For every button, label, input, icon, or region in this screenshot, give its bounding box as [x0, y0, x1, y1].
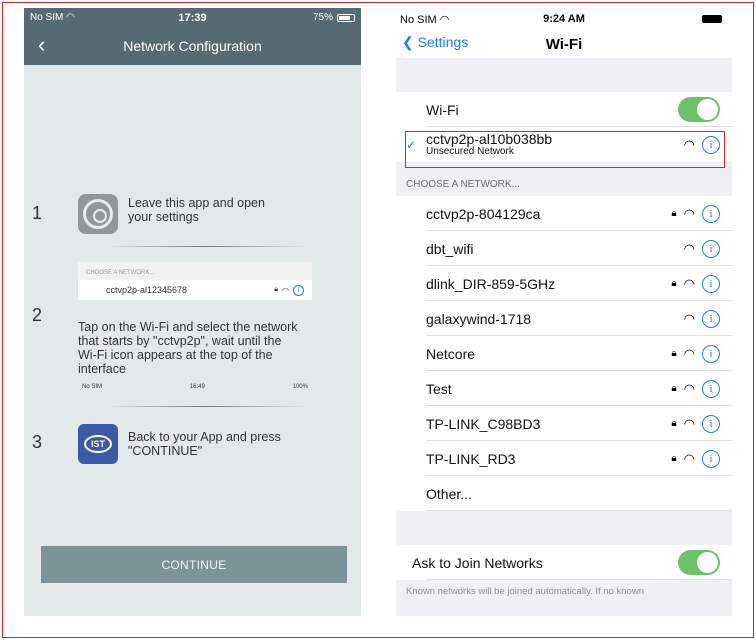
info-icon: i — [293, 284, 304, 296]
wifi-icon: ◠ — [282, 285, 289, 295]
info-icon[interactable]: i — [702, 414, 720, 433]
info-icon[interactable]: i — [702, 449, 720, 468]
continue-button[interactable]: CONTINUE — [41, 546, 347, 583]
settings-gear-icon — [78, 194, 118, 234]
back-button[interactable]: ❮ Settings — [402, 34, 468, 51]
network-list: cctvp2p-804129ca 🔒︎ ◠ i dbt_wifi ◠ i dlink_DIR-… — [396, 196, 732, 476]
lock-icon: 🔒︎ — [671, 453, 677, 464]
wifi-icon: ◠ — [683, 416, 695, 431]
status-time: 9:24 AM — [543, 13, 585, 25]
network-config-screen: No SIM ◠ 17:39 75% ‹ Network Configurati… — [24, 8, 361, 616]
divider — [106, 406, 306, 407]
network-row[interactable]: TP-LINK_RD3 🔒︎ ◠ i — [396, 441, 732, 476]
lock-icon: 🔒︎ — [671, 278, 677, 289]
page-title: Network Configuration — [123, 38, 262, 54]
network-row[interactable]: dlink_DIR-859-5GHz 🔒︎ ◠ i — [396, 266, 732, 301]
footer-note: Known networks will be joined automatica… — [396, 580, 732, 616]
nav-bar: ❮ Settings Wi-Fi — [396, 30, 732, 58]
step-1-text: Leave this app and open your settings — [128, 196, 265, 224]
network-name: Netcore — [426, 345, 476, 362]
network-list-illustration: CHOOSE A NETWORK... cctvp2p-al12345678 🔒… — [78, 262, 312, 300]
step-number-3: 3 — [32, 432, 43, 452]
step-number-1: 1 — [32, 203, 43, 223]
wifi-settings-screen: No SIM ◠ 9:24 AM ❮ Settings Wi-Fi Wi-Fi … — [396, 8, 732, 616]
network-name: TP-LINK_RD3 — [426, 450, 516, 467]
lock-icon: 🔒︎ — [671, 208, 677, 219]
battery-icon — [337, 13, 355, 22]
info-icon[interactable]: i — [702, 379, 720, 398]
wifi-toggle-row: Wi-Fi — [396, 92, 732, 127]
mini-network-row: cctvp2p-al12345678 🔒︎ ◠ i — [78, 280, 312, 300]
mini-status-bar: No SIM 16:49 100% — [78, 382, 312, 391]
info-icon[interactable]: i — [702, 204, 720, 223]
wifi-toggle[interactable] — [678, 97, 720, 122]
network-name: Test — [426, 380, 452, 397]
network-row[interactable]: Netcore 🔒︎ ◠ i — [396, 336, 732, 371]
page-title: Wi-Fi — [545, 35, 583, 53]
section-gap — [396, 511, 732, 545]
network-name: TP-LINK_C98BD3 — [426, 415, 541, 432]
info-icon[interactable]: i — [702, 344, 720, 363]
network-name: dbt_wifi — [426, 240, 474, 257]
info-icon[interactable]: i — [702, 309, 720, 328]
network-row[interactable]: galaxywind-1718 ◠ i — [396, 301, 732, 336]
info-icon[interactable]: i — [702, 239, 720, 258]
lock-icon: 🔒︎ — [671, 418, 677, 429]
nav-bar: ‹ Network Configuration — [24, 27, 361, 65]
info-icon[interactable]: i — [702, 274, 720, 293]
section-gap — [396, 58, 732, 92]
wifi-icon: ◠ — [683, 346, 695, 361]
lock-icon: 🔒︎ — [671, 348, 677, 359]
network-row[interactable]: cctvp2p-804129ca 🔒︎ ◠ i — [396, 196, 732, 231]
network-name: galaxywind-1718 — [426, 310, 532, 327]
step-3-text: Back to your App and press "CONTINUE" — [128, 430, 281, 458]
lock-icon: 🔒︎ — [671, 383, 677, 394]
wifi-icon: ◠ — [683, 206, 695, 221]
ist-app-icon: IST — [78, 424, 118, 464]
network-row[interactable]: Test 🔒︎ ◠ i — [396, 371, 732, 406]
ask-to-join-row: Ask to Join Networks — [396, 545, 732, 580]
highlight-box — [405, 131, 725, 168]
lock-icon: 🔒︎ — [274, 286, 279, 293]
divider — [106, 246, 306, 247]
status-time: 17:39 — [178, 11, 207, 24]
ask-to-join-toggle[interactable] — [678, 550, 720, 575]
network-name: dlink_DIR-859-5GHz — [426, 275, 556, 292]
status-bar: No SIM ◠ 17:39 75% — [24, 8, 361, 27]
step-2-text: Tap on the Wi-Fi and select the network … — [78, 320, 298, 376]
back-chevron-icon[interactable]: ‹ — [38, 33, 45, 57]
network-row[interactable]: dbt_wifi ◠ i — [396, 231, 732, 266]
mini-section-header: CHOOSE A NETWORK... — [78, 262, 312, 280]
wifi-icon: ◠ — [683, 451, 695, 466]
wifi-icon: ◠ — [683, 241, 695, 256]
network-name: cctvp2p-804129ca — [426, 205, 541, 222]
status-bar: No SIM ◠ 9:24 AM — [396, 8, 732, 30]
chevron-left-icon: ❮ — [402, 34, 414, 50]
step-number-2: 2 — [32, 305, 43, 325]
wifi-icon: ◠ — [683, 311, 695, 326]
other-network-row[interactable]: Other... — [396, 476, 732, 511]
wifi-icon: ◠ — [683, 276, 695, 291]
network-row[interactable]: TP-LINK_C98BD3 🔒︎ ◠ i — [396, 406, 732, 441]
wifi-icon: ◠ — [683, 381, 695, 396]
